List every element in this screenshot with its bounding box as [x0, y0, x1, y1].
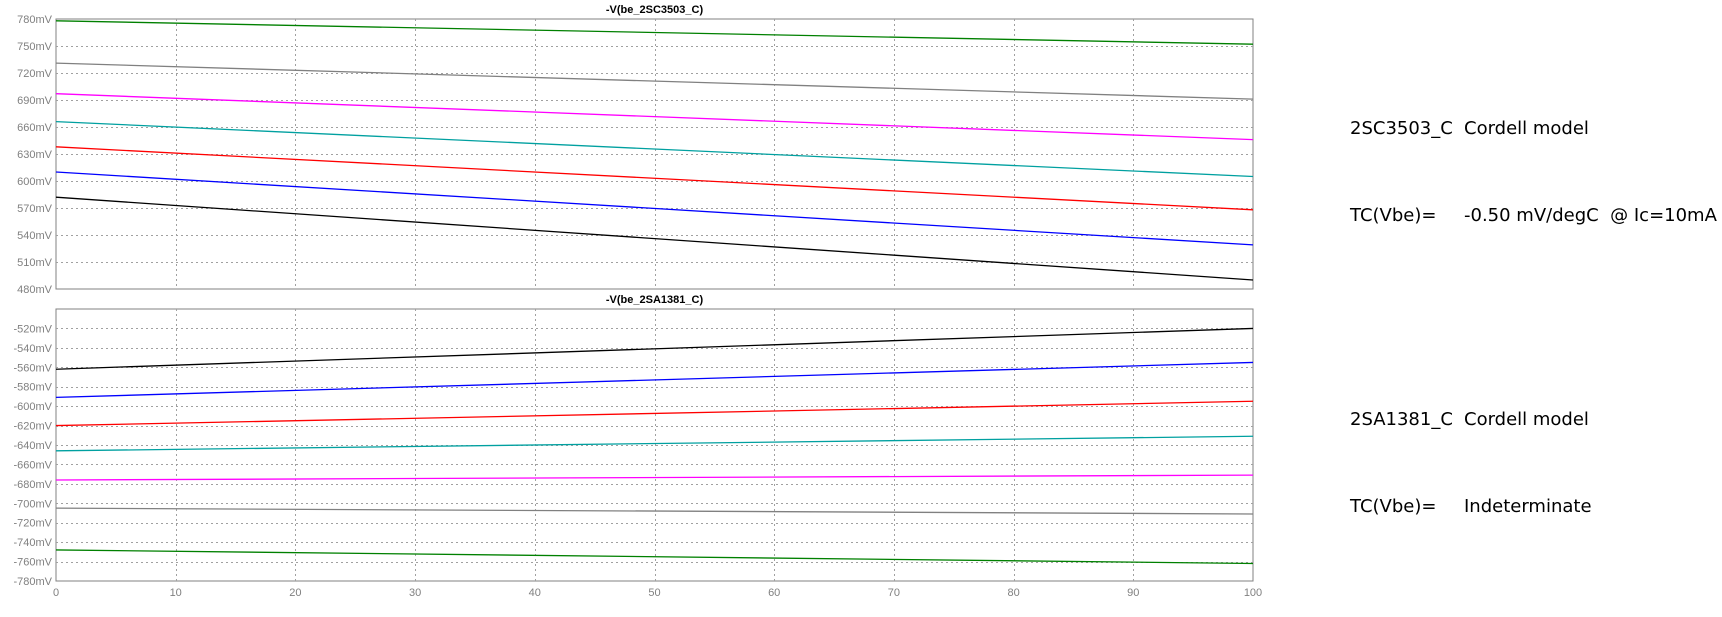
- y-tick-label: -780mV: [13, 576, 52, 588]
- x-tick-label: 20: [289, 587, 301, 599]
- x-tick-label: 30: [409, 587, 421, 599]
- annotation-model-name: Cordell model: [1464, 118, 1589, 139]
- y-tick-label: 600mV: [17, 176, 53, 188]
- annotation-2sa1381: 2SA1381_C Cordell model TC(Vbe)= Indeter…: [1350, 347, 1592, 550]
- annotation-tc-label: TC(Vbe)=: [1350, 205, 1437, 226]
- x-tick-label: 60: [768, 587, 780, 599]
- annotation-tc-label: TC(Vbe)=: [1350, 496, 1437, 517]
- x-tick-label: 40: [529, 587, 541, 599]
- y-tick-label: -720mV: [13, 518, 52, 530]
- y-tick-label: -660mV: [13, 459, 52, 471]
- y-tick-label: -640mV: [13, 440, 52, 452]
- y-tick-label: -540mV: [13, 343, 52, 355]
- annotation-tc-value: Indeterminate: [1464, 496, 1592, 517]
- chart-title: -V(be_2SC3503_C): [606, 4, 704, 16]
- y-tick-label: 510mV: [17, 257, 53, 269]
- y-tick-label: -740mV: [13, 537, 52, 549]
- y-tick-label: -760mV: [13, 557, 52, 569]
- y-tick-label: 480mV: [17, 284, 53, 296]
- y-tick-label: -580mV: [13, 382, 52, 394]
- y-tick-label: -560mV: [13, 362, 52, 374]
- y-tick-label: -600mV: [13, 401, 52, 413]
- plot-frame: [55, 308, 1254, 582]
- annotation-model-name: Cordell model: [1464, 409, 1589, 430]
- y-tick-label: -680mV: [13, 479, 52, 491]
- y-tick-label: 690mV: [17, 95, 53, 107]
- y-tick-label: 630mV: [17, 149, 53, 161]
- plot-frame: [55, 18, 1254, 290]
- x-tick-label: 90: [1127, 587, 1139, 599]
- chart-title: -V(be_2SA1381_C): [606, 294, 704, 306]
- y-tick-label: 780mV: [17, 14, 53, 26]
- y-tick-label: 540mV: [17, 230, 53, 242]
- y-tick-label: -700mV: [13, 498, 52, 510]
- x-tick-label: 70: [888, 587, 900, 599]
- annotation-device-name: 2SA1381_C: [1350, 409, 1453, 430]
- y-tick-label: 570mV: [17, 203, 53, 215]
- y-tick-label: 750mV: [17, 41, 53, 53]
- x-tick-label: 50: [648, 587, 660, 599]
- y-tick-label: 660mV: [17, 122, 53, 134]
- y-tick-label: -620mV: [13, 421, 52, 433]
- y-tick-label: 720mV: [17, 68, 53, 80]
- annotation-device-name: 2SC3503_C: [1350, 118, 1453, 139]
- y-tick-label: -520mV: [13, 323, 52, 335]
- x-tick-label: 10: [170, 587, 182, 599]
- x-tick-label: 80: [1007, 587, 1019, 599]
- x-tick-label: 0: [53, 587, 59, 599]
- annotation-2sc3503: 2SC3503_C Cordell model TC(Vbe)= -0.50 m…: [1350, 56, 1717, 259]
- x-tick-label: 100: [1244, 587, 1262, 599]
- annotation-tc-value: -0.50 mV/degC @ Ic=10mA: [1464, 205, 1717, 226]
